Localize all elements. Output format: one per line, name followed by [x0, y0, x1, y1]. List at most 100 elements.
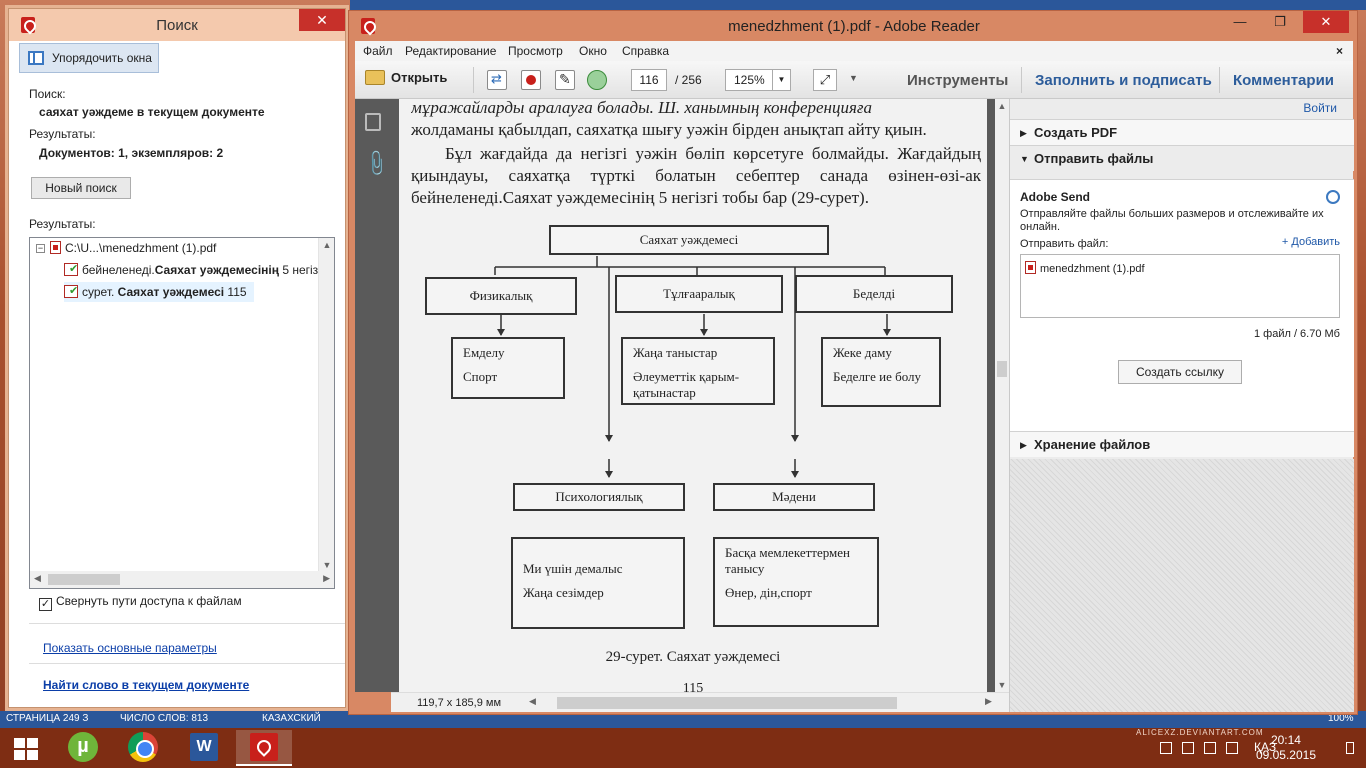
diagram-item: Емделу [463, 345, 505, 360]
chevron-right-icon: ▶ [1020, 440, 1027, 450]
hit-2-prefix: сурет. [82, 285, 118, 299]
scroll-up-icon[interactable]: ▲ [319, 240, 335, 250]
diagram-node-psychological: Психологиялық [513, 483, 685, 511]
tray-arrow-icon[interactable] [1160, 742, 1172, 754]
diagram-root: Саяхат уәждемесі [549, 225, 829, 255]
diagram-item: Спорт [463, 369, 498, 384]
convert-icon[interactable] [487, 70, 507, 90]
toolbar-separator [473, 67, 474, 93]
result-hit-2[interactable]: сурет. Саяхат уәждемесі 115 [64, 282, 254, 302]
new-search-button[interactable]: Новый поиск [31, 177, 131, 199]
show-desktop-icon[interactable] [1346, 742, 1354, 754]
diagram-node-interpersonal: Тұлғааралық [615, 275, 783, 313]
minimize-icon[interactable]: — [1225, 11, 1255, 33]
attachments-icon[interactable]: 📎 [361, 148, 392, 178]
scroll-thumb[interactable] [997, 361, 1007, 377]
tray-app-icon[interactable] [1182, 742, 1194, 754]
collapse-paths-checkbox[interactable]: ✓ [39, 598, 52, 611]
chevron-down-icon[interactable]: ▼ [772, 70, 790, 90]
scroll-down-icon[interactable]: ▼ [995, 680, 1009, 690]
start-icon[interactable] [14, 738, 38, 760]
chevron-down-icon: ▼ [1020, 154, 1029, 164]
login-link[interactable]: Войти [1303, 101, 1337, 115]
fullscreen-icon[interactable]: ⤢ [813, 69, 837, 91]
page-number-input[interactable]: 116 [631, 69, 667, 91]
search-query: саяхат уәждеме в текущем документе [39, 105, 265, 119]
volume-icon[interactable] [1226, 742, 1238, 754]
open-button[interactable]: Открыть [365, 70, 447, 85]
menu-view[interactable]: Просмотр [508, 44, 563, 58]
taskbar-word[interactable]: W [176, 730, 232, 766]
toolbar: Открыть 116 / 256 125% ▼ ⤢ ▼ Инструменты… [355, 61, 1353, 99]
scroll-left-icon[interactable]: ◀ [529, 696, 536, 707]
results-vertical-scrollbar[interactable]: ▲ ▼ [318, 238, 334, 572]
file-list: menedzhment (1).pdf [1020, 254, 1340, 318]
pdf-file-icon [1025, 261, 1036, 274]
zoom-value: 125% [734, 73, 765, 87]
menu-edit[interactable]: Редактирование [405, 44, 496, 58]
arrange-windows-button[interactable]: Упорядочить окна [19, 43, 159, 73]
wallpaper-watermark: ALICEXZ.DEVIANTART.COM [1136, 728, 1264, 737]
reader-window-title: menedzhment (1).pdf - Adobe Reader [728, 18, 980, 35]
create-pdf-icon[interactable] [521, 70, 541, 90]
taskbar-utorrent[interactable]: µ [54, 730, 110, 766]
sign-icon[interactable] [555, 70, 575, 90]
tools-tab[interactable]: Инструменты [907, 72, 1008, 89]
page-number: 115 [682, 681, 704, 692]
diagram-item: Өнер, дін,спорт [725, 585, 812, 600]
search-window-title: Поиск [156, 17, 198, 34]
scroll-down-icon[interactable]: ▼ [319, 560, 335, 570]
menu-window[interactable]: Окно [579, 44, 607, 58]
diagram-node-cultural: Мәдени [713, 483, 875, 511]
folder-icon [365, 70, 385, 85]
show-options-link[interactable]: Показать основные параметры [43, 641, 217, 655]
send-files-section[interactable]: ▼ Отправить файлы [1010, 145, 1354, 171]
file-item[interactable]: menedzhment (1).pdf [1025, 261, 1145, 275]
divider [29, 623, 345, 624]
toolbar-more-icon[interactable]: ▼ [849, 73, 858, 83]
create-link-button[interactable]: Создать ссылку [1118, 360, 1242, 384]
create-pdf-section[interactable]: ▶ Создать PDF [1010, 119, 1354, 145]
scroll-left-icon[interactable]: ◀ [34, 573, 41, 584]
taskbar-chrome[interactable] [114, 730, 170, 766]
toolbar-separator [1219, 67, 1220, 93]
result-file-path: C:\U...\menedzhment (1).pdf [65, 241, 217, 255]
document-vertical-scrollbar[interactable]: ▲ ▼ [995, 99, 1009, 692]
reader-titlebar: menedzhment (1).pdf - Adobe Reader — ❐ ✕ [349, 11, 1359, 41]
results-tree: − C:\U...\menedzhment (1).pdf бейнеленед… [29, 237, 335, 589]
results-horizontal-scrollbar[interactable]: ◀ ▶ [30, 571, 334, 588]
collapse-icon[interactable]: − [36, 244, 45, 253]
scroll-up-icon[interactable]: ▲ [995, 101, 1009, 111]
add-file-link[interactable]: + Добавить [1282, 236, 1340, 248]
result-hit-1[interactable]: бейнеленеді.Саяхат уәждемесінің 5 негіз [64, 260, 318, 280]
menu-file[interactable]: Файл [363, 44, 393, 58]
comments-tab[interactable]: Комментарии [1233, 72, 1334, 89]
chrome-icon [128, 732, 158, 762]
hit-1-suffix: 5 негіз [279, 263, 318, 277]
upload-icon[interactable] [587, 70, 607, 90]
collapse-paths-option[interactable]: ✓ Свернуть пути доступа к файлам [39, 594, 242, 611]
zoom-select[interactable]: 125% ▼ [725, 69, 791, 91]
find-word-link[interactable]: Найти слово в текущем документе [43, 678, 249, 692]
scroll-right-icon[interactable]: ▶ [985, 696, 992, 707]
scroll-right-icon[interactable]: ▶ [323, 573, 330, 584]
hit-2-match: Саяхат уәждемесі [117, 285, 225, 299]
scroll-thumb[interactable] [48, 574, 120, 585]
result-file-node[interactable]: − C:\U...\menedzhment (1).pdf [30, 238, 318, 258]
maximize-icon[interactable]: ❐ [1265, 11, 1295, 33]
navigation-rail: 📎 [355, 99, 392, 692]
horizontal-scroll-thumb[interactable] [557, 697, 897, 709]
search-close-button[interactable]: ✕ [299, 9, 345, 31]
pdf-file-icon [50, 241, 61, 254]
menu-close-document[interactable]: × [1336, 44, 1343, 58]
page-thumbnails-icon[interactable] [365, 113, 381, 131]
menu-help[interactable]: Справка [622, 44, 669, 58]
system-clock[interactable]: 20:14 09.05.2015 [1256, 733, 1316, 763]
fill-sign-tab[interactable]: Заполнить и подписать [1035, 72, 1212, 89]
document-view[interactable]: мұражайларды аралауға болады. Ш. ханымны… [391, 99, 995, 692]
file-count: 1 файл / 6.70 Мб [1253, 328, 1340, 340]
network-icon[interactable] [1204, 742, 1216, 754]
reader-close-button[interactable]: ✕ [1303, 11, 1349, 33]
file-storage-section[interactable]: ▶ Хранение файлов [1010, 431, 1354, 457]
taskbar-acrobat[interactable] [236, 730, 292, 766]
